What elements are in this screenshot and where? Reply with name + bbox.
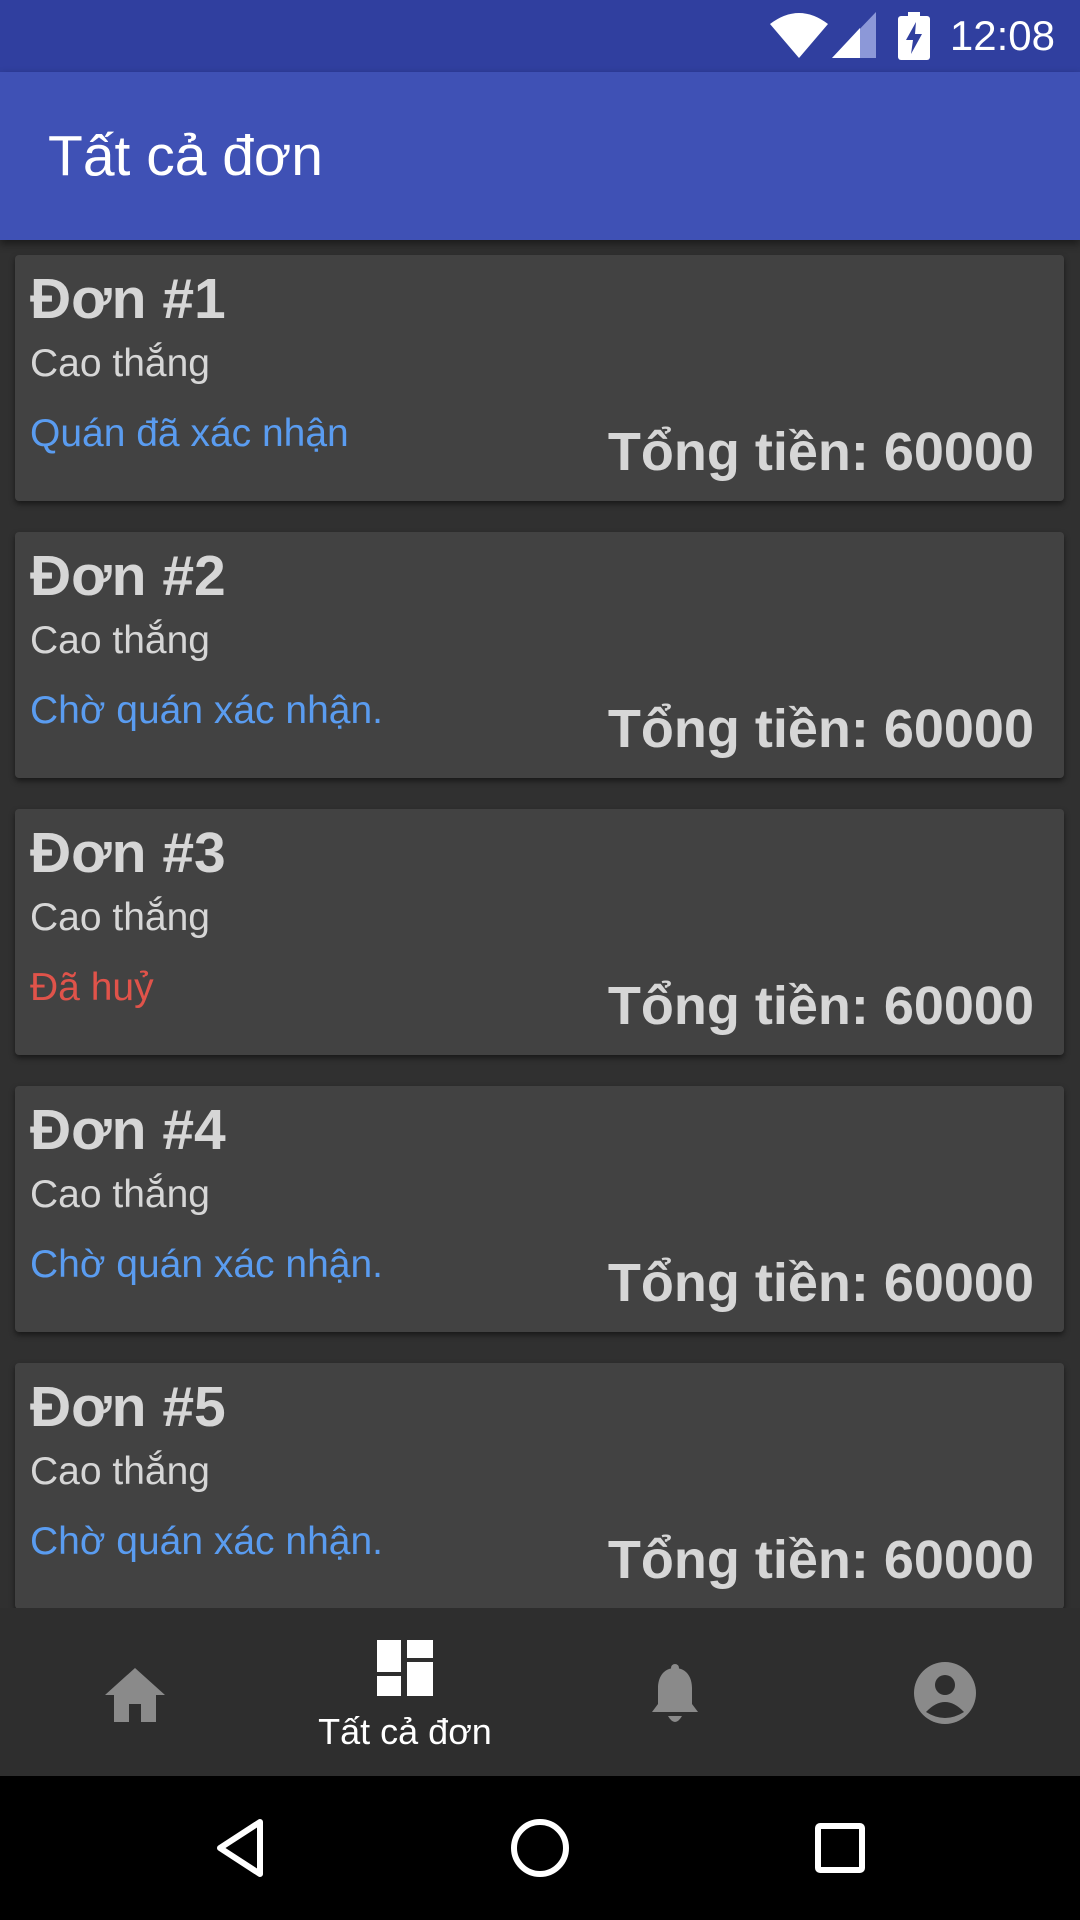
nav-item-account[interactable] xyxy=(810,1608,1080,1776)
order-total: Tổng tiền: 60000 xyxy=(607,976,1034,1036)
order-total: Tổng tiền: 60000 xyxy=(607,1530,1034,1590)
back-icon[interactable] xyxy=(204,1812,276,1884)
battery-charging-icon xyxy=(898,12,930,60)
order-card[interactable]: Đơn #2 Cao thắng Chờ quán xác nhận. Tổng… xyxy=(15,532,1064,778)
nav-label: Tất cả đơn xyxy=(318,1711,492,1752)
order-status: Đã huỷ xyxy=(30,966,154,1009)
order-id: Đơn #2 xyxy=(30,544,226,608)
status-bar: 12:08 xyxy=(0,0,1080,72)
system-navigation-bar xyxy=(0,1776,1080,1920)
order-id: Đơn #4 xyxy=(30,1098,226,1162)
recents-icon[interactable] xyxy=(804,1812,876,1884)
order-status: Chờ quán xác nhận. xyxy=(30,1520,383,1563)
order-store: Cao thắng xyxy=(30,1173,210,1216)
wifi-icon xyxy=(770,13,828,58)
order-card[interactable]: Đơn #4 Cao thắng Chờ quán xác nhận. Tổng… xyxy=(15,1086,1064,1332)
bottom-navigation: Tất cả đơn xyxy=(0,1608,1080,1776)
bell-icon xyxy=(652,1664,698,1722)
order-total: Tổng tiền: 60000 xyxy=(607,422,1034,482)
app-bar: Tất cả đơn xyxy=(0,72,1080,240)
order-status: Chờ quán xác nhận. xyxy=(30,1243,383,1286)
home-circle-icon[interactable] xyxy=(504,1812,576,1884)
order-list[interactable]: Đơn #1 Cao thắng Quán đã xác nhận Tổng t… xyxy=(0,240,1080,1608)
order-status: Quán đã xác nhận xyxy=(30,412,349,455)
order-id: Đơn #1 xyxy=(30,267,226,331)
nav-item-home[interactable] xyxy=(0,1608,270,1776)
nav-item-notifications[interactable] xyxy=(540,1608,810,1776)
order-store: Cao thắng xyxy=(30,1450,210,1493)
order-card[interactable]: Đơn #3 Cao thắng Đã huỷ Tổng tiền: 60000 xyxy=(15,809,1064,1055)
dashboard-icon xyxy=(377,1640,433,1696)
signal-icon xyxy=(832,12,876,58)
order-card[interactable]: Đơn #1 Cao thắng Quán đã xác nhận Tổng t… xyxy=(15,255,1064,501)
order-id: Đơn #3 xyxy=(30,821,226,885)
order-store: Cao thắng xyxy=(30,342,210,385)
order-total: Tổng tiền: 60000 xyxy=(607,1253,1034,1313)
account-icon xyxy=(914,1662,976,1724)
order-store: Cao thắng xyxy=(30,619,210,662)
order-total: Tổng tiền: 60000 xyxy=(607,699,1034,759)
nav-item-all-orders[interactable]: Tất cả đơn xyxy=(270,1608,540,1776)
order-card[interactable]: Đơn #5 Cao thắng Chờ quán xác nhận. Tổng… xyxy=(15,1363,1064,1608)
home-icon xyxy=(105,1668,165,1722)
order-status: Chờ quán xác nhận. xyxy=(30,689,383,732)
order-id: Đơn #5 xyxy=(30,1375,226,1439)
page-title: Tất cả đơn xyxy=(48,124,324,188)
order-store: Cao thắng xyxy=(30,896,210,939)
clock: 12:08 xyxy=(949,12,1055,59)
